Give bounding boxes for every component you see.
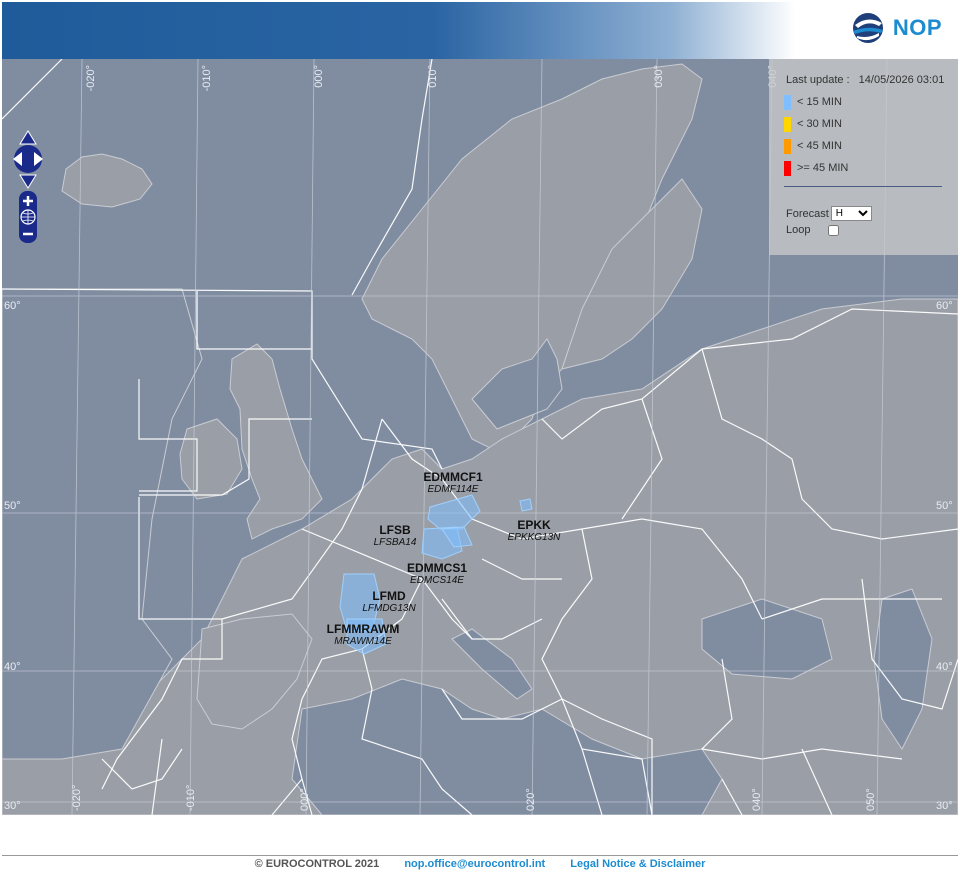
regulation-label-edmmcf1[interactable]: EDMMCF1 EDMF114E (423, 470, 482, 496)
regulation-code: LFSB (379, 523, 411, 537)
regulation-sub: MRAWM14E (334, 636, 392, 647)
regulation-code: EDMMCF1 (423, 470, 483, 484)
loop-label: Loop (786, 224, 811, 236)
regulation-sub: LFMDG13N (362, 603, 416, 614)
last-update: Last update : 14/05/2026 03:01 (786, 74, 944, 86)
legend-swatch (784, 116, 791, 132)
lon-label-0-bottom: 000° (299, 788, 311, 811)
last-update-value: 14/05/2026 03:01 (858, 74, 945, 86)
legend-item-lt15: < 15 MIN (784, 94, 842, 110)
lat-label-50-right: 50° (936, 500, 953, 512)
header-banner: NOP (2, 2, 958, 59)
regulation-sub: EPKKG13N (507, 532, 561, 543)
lon-label-m20-top: -020° (85, 65, 97, 91)
regulation-sub: EDMCS14E (410, 575, 464, 586)
legend-swatch (784, 94, 791, 110)
regulation-sub: EDMF114E (427, 484, 479, 495)
lon-label-50-bottom: 050° (865, 788, 877, 811)
map-navigation-controls (9, 128, 49, 249)
email-link[interactable]: nop.office@eurocontrol.int (404, 858, 545, 870)
zoom-world-button[interactable] (20, 209, 36, 225)
lon-label-30-top: 030° (653, 65, 665, 88)
regulation-label-epkk[interactable]: EPKK EPKKG13N (508, 518, 561, 544)
pan-up-button[interactable] (19, 130, 37, 145)
legend-item-ge45: >= 45 MIN (784, 160, 848, 176)
legend-item-lt30: < 30 MIN (784, 116, 842, 132)
pan-down-button[interactable] (19, 174, 37, 189)
regulation-code: EPKK (517, 518, 551, 532)
last-update-label: Last update : (786, 74, 850, 86)
legend-swatch (784, 160, 791, 176)
lat-label-40-left: 40° (4, 661, 21, 673)
forecast-row: Forecast H (786, 206, 872, 221)
loop-row: Loop (786, 224, 840, 236)
lat-label-60-left: 60° (4, 300, 21, 312)
lat-label-50-left: 50° (4, 500, 21, 512)
lon-label-10-top: 010° (427, 65, 439, 88)
copyright-text: © EUROCONTROL 2021 (254, 858, 380, 870)
lon-label-m10-bottom: -010° (185, 785, 197, 811)
regulation-label-lfsb[interactable]: LFSB LFSBA14 (374, 523, 417, 549)
legend-label: < 15 MIN (797, 96, 842, 108)
lat-label-30-right: 30° (936, 800, 953, 812)
forecast-select[interactable]: H (830, 206, 872, 221)
regulation-code: EDMMCS1 (406, 561, 468, 575)
legend-label: >= 45 MIN (797, 162, 849, 174)
lon-label-40-bottom: 040° (751, 788, 763, 811)
nop-logo: NOP (849, 8, 942, 48)
footer: © EUROCONTROL 2021 nop.office@eurocontro… (0, 858, 960, 870)
footer-divider (2, 855, 958, 856)
lon-label-20-bottom: 020° (525, 788, 537, 811)
lon-label-m20-bottom: -020° (71, 785, 83, 811)
lon-label-m10-top: -010° (201, 65, 213, 91)
legend-panel: Last update : 14/05/2026 03:01 < 15 MIN … (769, 59, 958, 255)
eurocontrol-logo-icon (852, 13, 883, 43)
legend-swatch (784, 138, 791, 154)
legal-notice-link[interactable]: Legal Notice & Disclaimer (570, 858, 705, 870)
loop-checkbox[interactable] (828, 224, 840, 236)
regulation-label-lfmd[interactable]: LFMD LFMDG13N (362, 589, 415, 615)
lat-label-40-right: 40° (936, 661, 953, 673)
nop-logo-text: NOP (892, 15, 942, 40)
forecast-label: Forecast (786, 207, 829, 220)
regulation-label-lfmmrawm[interactable]: LFMMRAWM MRAWM14E (327, 622, 400, 648)
legend-label: < 45 MIN (797, 140, 842, 152)
lon-label-0-top: 000° (313, 65, 325, 88)
regulation-code: LFMMRAWM (326, 622, 400, 636)
legend-label: < 30 MIN (797, 118, 842, 130)
regulation-code: LFMD (372, 589, 406, 603)
sector-area-epkk[interactable] (519, 498, 533, 512)
regulation-label-edmmcs1[interactable]: EDMMCS1 EDMCS14E (407, 561, 467, 587)
legend-divider (784, 186, 942, 187)
lat-label-60-right: 60° (936, 300, 953, 312)
regulation-sub: LFSBA14 (373, 537, 417, 548)
lat-label-30-left: 30° (4, 800, 21, 812)
legend-item-lt45: < 45 MIN (784, 138, 842, 154)
